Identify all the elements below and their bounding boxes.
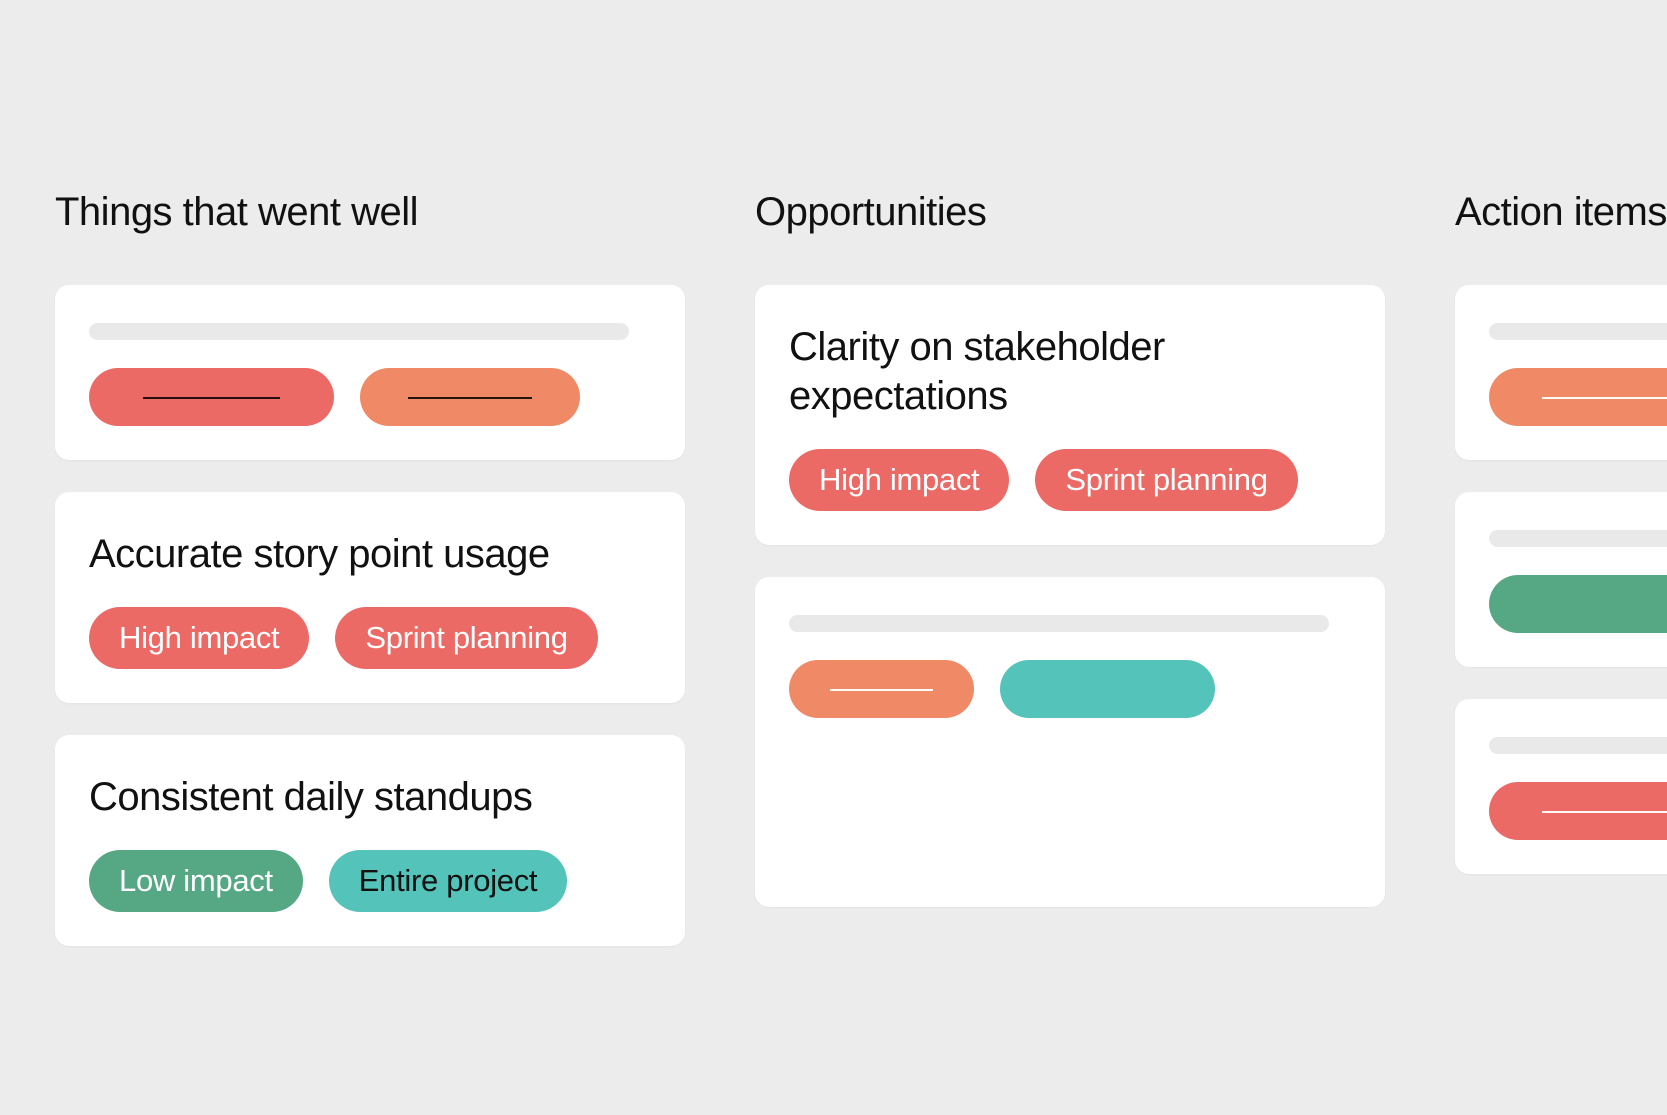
tag[interactable]: High impact [789, 449, 1009, 511]
tag[interactable]: Low impact [89, 850, 303, 912]
column-action-items: Action items [1455, 190, 1667, 906]
column-title: Opportunities [755, 190, 1385, 235]
placeholder-text-line [1489, 530, 1667, 547]
column-title: Action items [1455, 190, 1667, 235]
tag-placeholder [1489, 575, 1667, 633]
card[interactable]: Clarity on stakeholder expectations High … [755, 285, 1385, 545]
card-title: Accurate story point usage [89, 530, 651, 579]
card[interactable] [1455, 699, 1667, 874]
placeholder-text-line [1489, 323, 1667, 340]
tag-row: High impact Sprint planning [89, 607, 651, 669]
column-went-well: Things that went well Accurate story poin… [55, 190, 685, 978]
card[interactable]: Accurate story point usage High impact Spr… [55, 492, 685, 703]
column-title: Things that went well [55, 190, 685, 235]
card[interactable] [1455, 285, 1667, 460]
tag-row [89, 368, 651, 426]
tag-placeholder [1489, 782, 1667, 840]
card-title: Consistent daily standups [89, 773, 651, 822]
tag-placeholder [360, 368, 580, 426]
card-title: Clarity on stakeholder expectations [789, 323, 1351, 421]
tag[interactable]: High impact [89, 607, 309, 669]
card[interactable] [1455, 492, 1667, 667]
tag-row: Low impact Entire project [89, 850, 651, 912]
placeholder-text-line [1489, 737, 1667, 754]
retro-board: Things that went well Accurate story poin… [0, 0, 1667, 978]
tag[interactable]: Entire project [329, 850, 567, 912]
card[interactable]: Consistent daily standups Low impact Entir… [55, 735, 685, 946]
tag[interactable]: Sprint planning [1035, 449, 1297, 511]
tag-placeholder [1489, 368, 1667, 426]
card[interactable] [55, 285, 685, 460]
tag-placeholder [89, 368, 334, 426]
tag-row [1489, 782, 1667, 840]
tag[interactable]: Sprint planning [335, 607, 597, 669]
tag-placeholder [1000, 660, 1215, 718]
card[interactable] [755, 577, 1385, 907]
tag-row: High impact Sprint planning [789, 449, 1351, 511]
tag-row [1489, 368, 1667, 426]
tag-placeholder [789, 660, 974, 718]
placeholder-text-line [789, 615, 1329, 632]
tag-row [789, 660, 1351, 718]
column-opportunities: Opportunities Clarity on stakeholder expe… [755, 190, 1385, 939]
placeholder-text-line [89, 323, 629, 340]
tag-row [1489, 575, 1667, 633]
